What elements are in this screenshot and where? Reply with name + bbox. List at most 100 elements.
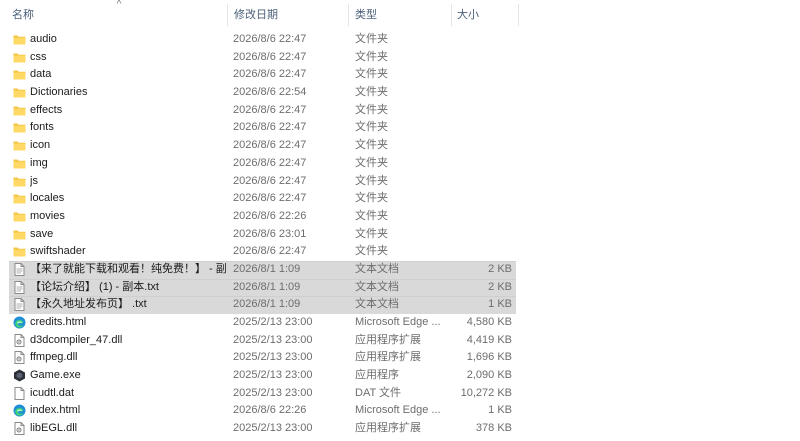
file-row[interactable]: credits.html 2025/2/13 23:00 Microsoft Edg…: [0, 314, 800, 332]
file-explorer-pane: 名称 ^ 修改日期 类型 大小 audio 2026/8/6 22:47 文件夹 cs…: [0, 0, 800, 441]
file-modified-date: 2025/2/13 23:00: [233, 316, 313, 328]
file-name: Dictionaries: [30, 86, 88, 99]
folder-icon: [13, 228, 26, 241]
file-row[interactable]: Game.exe 2025/2/13 23:00 应用程序 2,090 KB: [0, 367, 800, 385]
dll-file-icon: [13, 351, 26, 365]
file-modified-date: 2026/8/6 22:47: [233, 121, 307, 134]
file-row[interactable]: movies 2026/8/6 22:26 文件夹: [0, 208, 800, 226]
file-type: 应用程序: [355, 369, 399, 382]
dll-file-icon: [13, 422, 26, 436]
file-name: icudtl.dat: [30, 386, 75, 399]
file-name: 【来了就能下载和观看！纯免费！】 - 副...: [30, 262, 226, 275]
column-header-date[interactable]: 修改日期: [228, 0, 348, 30]
file-modified-date: 2025/2/13 23:00: [233, 333, 313, 346]
file-modified-date: 2026/8/6 22:47: [233, 174, 307, 187]
file-type: 文本文档: [355, 280, 399, 293]
file-list: audio 2026/8/6 22:47 文件夹 css 2026/8/6 22:47 文…: [0, 31, 800, 438]
file-row[interactable]: ffmpeg.dll 2025/2/13 23:00 应用程序扩展 1,696 KB: [0, 349, 800, 367]
file-row[interactable]: 【论坛介绍】 (1) - 副本.txt 2026/8/1 1:09 文本文档 2 KB: [0, 278, 800, 297]
file-row[interactable]: libEGL.dll 2025/2/13 23:00 应用程序扩展 378 KB: [0, 420, 800, 438]
file-type: 文件夹: [355, 121, 388, 134]
file-modified-date: 2026/8/6 22:47: [233, 33, 307, 45]
file-type: 文件夹: [355, 245, 388, 258]
file-row[interactable]: icudtl.dat 2025/2/13 23:00 DAT 文件 10,272 KB: [0, 385, 800, 403]
column-header-type[interactable]: 类型: [349, 0, 451, 30]
file-type: Microsoft Edge ...: [355, 404, 441, 417]
file-modified-date: 2026/8/6 22:47: [233, 245, 307, 258]
blank-file-icon: [13, 386, 26, 400]
file-size: 1 KB: [488, 298, 512, 311]
file-row[interactable]: img 2026/8/6 22:47 文件夹: [0, 155, 800, 173]
file-modified-date: 2026/8/1 1:09: [233, 262, 301, 275]
text-file-icon: [13, 262, 26, 276]
folder-icon: [13, 210, 26, 223]
column-header-bar: 名称 ^ 修改日期 类型 大小: [0, 0, 800, 30]
file-name: 【论坛介绍】 (1) - 副本.txt: [30, 280, 159, 293]
file-modified-date: 2026/8/6 22:47: [233, 68, 307, 81]
file-type: 应用程序扩展: [355, 351, 421, 364]
file-row[interactable]: 【永久地址发布页】 .txt 2026/8/1 1:09 文本文档 1 KB: [0, 296, 800, 314]
file-row[interactable]: index.html 2026/8/6 22:26 Microsoft Edge .…: [0, 402, 800, 420]
file-row[interactable]: d3dcompiler_47.dll 2025/2/13 23:00 应用程序扩展 4…: [0, 332, 800, 350]
file-modified-date: 2026/8/6 22:26: [233, 404, 307, 417]
file-row[interactable]: locales 2026/8/6 22:47 文件夹: [0, 190, 800, 208]
file-type: 文本文档: [355, 262, 399, 275]
file-size: 2 KB: [488, 262, 512, 275]
folder-icon: [13, 192, 26, 205]
file-name: css: [30, 50, 47, 63]
column-header-name-label: 名称: [12, 9, 34, 21]
file-row[interactable]: data 2026/8/6 22:47 文件夹: [0, 66, 800, 84]
file-size: 2 KB: [488, 280, 512, 293]
file-size: 2,090 KB: [466, 369, 512, 382]
file-type: 文件夹: [355, 139, 388, 152]
file-name: data: [30, 68, 52, 81]
folder-icon: [13, 86, 26, 99]
text-file-icon: [13, 280, 26, 294]
file-name: img: [30, 156, 48, 169]
folder-icon: [13, 245, 26, 258]
column-header-size[interactable]: 大小: [452, 0, 518, 30]
file-size: 4,580 KB: [466, 316, 512, 328]
folder-icon: [13, 121, 26, 134]
file-modified-date: 2026/8/6 22:54: [233, 86, 307, 99]
file-type: 文本文档: [355, 298, 399, 311]
file-type: Microsoft Edge ...: [355, 316, 441, 328]
file-type: 文件夹: [355, 209, 388, 222]
file-row[interactable]: effects 2026/8/6 22:47 文件夹: [0, 102, 800, 120]
file-row[interactable]: css 2026/8/6 22:47 文件夹: [0, 49, 800, 67]
exe-icon: [13, 369, 26, 382]
file-row[interactable]: icon 2026/8/6 22:47 文件夹: [0, 137, 800, 155]
file-row[interactable]: Dictionaries 2026/8/6 22:54 文件夹: [0, 84, 800, 102]
folder-icon: [13, 33, 26, 46]
file-size: 378 KB: [475, 422, 512, 435]
file-row[interactable]: save 2026/8/6 23:01 文件夹: [0, 226, 800, 244]
file-type: 应用程序扩展: [355, 422, 421, 435]
file-row[interactable]: 【来了就能下载和观看！纯免费！】 - 副... 2026/8/1 1:09 文本文档…: [0, 260, 800, 279]
file-size: 10,272 KB: [460, 386, 512, 399]
file-modified-date: 2025/2/13 23:00: [233, 422, 313, 435]
file-name: Game.exe: [30, 369, 81, 382]
column-divider[interactable]: [518, 4, 519, 26]
file-type: 文件夹: [355, 192, 388, 205]
file-row[interactable]: fonts 2026/8/6 22:47 文件夹: [0, 119, 800, 137]
file-row[interactable]: audio 2026/8/6 22:47 文件夹: [0, 31, 800, 49]
folder-icon: [13, 104, 26, 117]
file-type: 文件夹: [355, 33, 388, 45]
file-type: 文件夹: [355, 86, 388, 99]
edge-icon: [13, 404, 26, 417]
file-row[interactable]: js 2026/8/6 22:47 文件夹: [0, 173, 800, 191]
file-modified-date: 2026/8/6 22:47: [233, 192, 307, 205]
file-size: 1 KB: [488, 404, 512, 417]
dll-file-icon: [13, 333, 26, 347]
file-modified-date: 2026/8/6 22:47: [233, 50, 307, 63]
file-name: js: [30, 174, 38, 187]
file-name: fonts: [30, 121, 54, 134]
file-row[interactable]: swiftshader 2026/8/6 22:47 文件夹: [0, 243, 800, 261]
file-type: 文件夹: [355, 103, 388, 116]
file-type: DAT 文件: [355, 386, 402, 399]
file-type: 应用程序扩展: [355, 333, 421, 346]
folder-icon: [13, 51, 26, 64]
file-size: 1,696 KB: [466, 351, 512, 364]
file-modified-date: 2026/8/6 23:01: [233, 227, 307, 240]
file-name: index.html: [30, 404, 81, 417]
